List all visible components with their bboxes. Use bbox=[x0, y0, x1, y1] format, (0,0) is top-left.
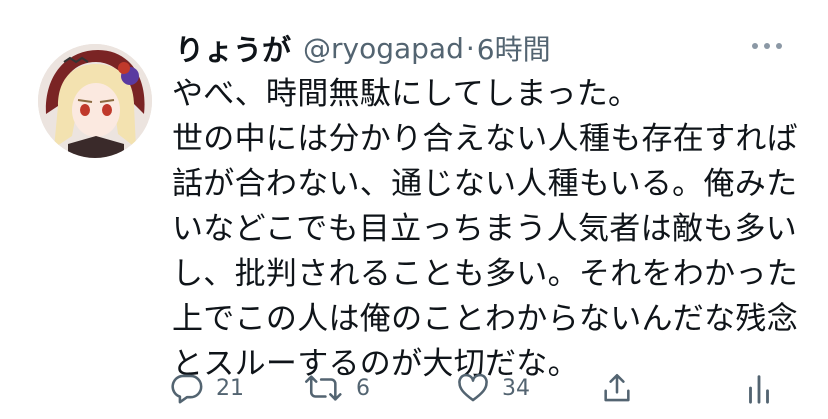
action-bar: 21 6 34 bbox=[170, 368, 800, 408]
tweet-text-line: 世の中には分かり合えない人種も存在すれば bbox=[172, 121, 798, 157]
tweet-text: やべ、時間無駄にしてしまった。 世の中には分かり合えない人種も存在すれば 話が合… bbox=[172, 72, 812, 387]
heart-icon bbox=[458, 373, 488, 402]
reply-count: 21 bbox=[216, 375, 244, 401]
timestamp[interactable]: 6時間 bbox=[477, 28, 551, 68]
tweet-text-line: やべ、時間無駄にしてしまった。 bbox=[172, 76, 640, 112]
tweet[interactable]: りょうが @ryogapad · 6時間 やべ、時間無駄にしてしまった。 世の中… bbox=[0, 0, 828, 419]
user-handle[interactable]: @ryogapad bbox=[303, 32, 464, 65]
tweet-header: りょうが @ryogapad · 6時間 bbox=[175, 22, 805, 74]
analytics-icon bbox=[749, 375, 769, 404]
tweet-text-line: し、批判されることも多い。それをわかった bbox=[172, 256, 798, 292]
reply-button[interactable]: 21 bbox=[170, 368, 244, 408]
like-button[interactable]: 34 bbox=[456, 368, 530, 408]
retweet-button[interactable]: 6 bbox=[304, 368, 370, 408]
avatar-image bbox=[38, 44, 152, 158]
tweet-text-line: いなどこでも目立っちまう人気者は敵も多い bbox=[172, 211, 798, 247]
retweet-count: 6 bbox=[356, 375, 370, 401]
tweet-text-line: 上でこの人は俺のことわからないんだな残念 bbox=[172, 301, 798, 337]
share-icon bbox=[604, 373, 630, 402]
avatar[interactable] bbox=[38, 44, 152, 158]
like-count: 34 bbox=[502, 375, 530, 401]
more-icon[interactable] bbox=[752, 34, 792, 58]
reply-icon bbox=[171, 374, 203, 404]
separator: · bbox=[465, 31, 475, 65]
display-name[interactable]: りょうが bbox=[175, 27, 291, 69]
retweet-icon bbox=[305, 375, 342, 401]
share-button[interactable] bbox=[600, 368, 634, 408]
analytics-button[interactable] bbox=[744, 368, 774, 408]
tweet-text-line: 話が合わない、通じない人種もいる。俺みた bbox=[172, 166, 798, 202]
